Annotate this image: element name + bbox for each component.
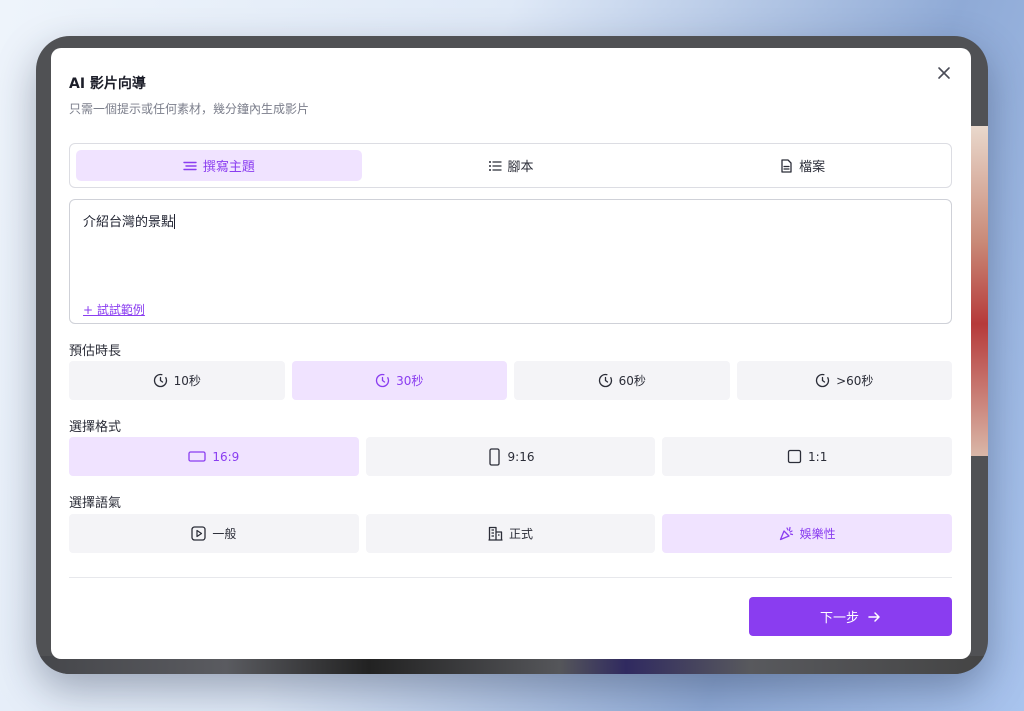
tone-options: 一般 正式 娛樂性 [69, 514, 953, 553]
clock-icon [153, 373, 167, 388]
option-label: 30秒 [396, 374, 424, 388]
duration-option-over-60s[interactable]: >60秒 [736, 361, 952, 400]
option-label: 16:9 [212, 449, 240, 464]
tab-label: 檔案 [799, 160, 826, 175]
lines-icon [183, 161, 197, 170]
ai-video-wizard-modal: AI 影片向導 只需一個提示或任何素材，幾分鐘內生成影片 撰寫主題 腳本 檔案 [51, 48, 971, 659]
format-option-1-1[interactable]: 1:1 [662, 437, 953, 476]
duration-label: 預估時長 [69, 344, 122, 359]
building-icon [488, 526, 503, 541]
next-step-label: 下一步 [819, 611, 859, 626]
next-step-button[interactable]: 下一步 [749, 597, 952, 636]
tone-label: 選擇語氣 [69, 496, 122, 511]
clock-icon [815, 373, 830, 388]
option-label: 正式 [509, 527, 534, 541]
tab-script[interactable]: 腳本 [368, 150, 654, 181]
portrait-icon [488, 447, 500, 466]
option-label: 一般 [212, 527, 237, 541]
input-mode-tabs: 撰寫主題 腳本 檔案 [69, 143, 952, 188]
tone-option-entertaining[interactable]: 娛樂性 [662, 514, 953, 553]
modal-title: AI 影片向導 [69, 76, 146, 92]
try-example-link[interactable]: + 試試範例 [83, 301, 145, 318]
close-icon[interactable] [935, 64, 953, 82]
topic-input[interactable]: 介紹台灣的景點 + 試試範例 [69, 199, 952, 324]
format-options: 16:9 9:16 1:1 [69, 437, 953, 476]
option-label: 10秒 [173, 374, 201, 388]
footer-divider [69, 577, 952, 578]
format-option-9-16[interactable]: 9:16 [365, 437, 656, 476]
modal-subtitle: 只需一個提示或任何素材，幾分鐘內生成影片 [69, 102, 310, 116]
duration-option-30s[interactable]: 30秒 [291, 361, 507, 400]
option-label: 1:1 [808, 449, 828, 464]
file-icon [781, 158, 792, 173]
tone-option-general[interactable]: 一般 [69, 514, 359, 553]
format-label: 選擇格式 [69, 420, 122, 435]
list-icon [488, 160, 502, 171]
party-icon [779, 526, 793, 541]
format-option-16-9[interactable]: 16:9 [69, 437, 359, 476]
duration-option-10s[interactable]: 10秒 [69, 361, 285, 400]
duration-options: 10秒 30秒 60秒 >60秒 [69, 361, 952, 400]
text-caret [174, 214, 176, 229]
option-label: >60秒 [836, 374, 874, 388]
tone-option-formal[interactable]: 正式 [365, 514, 656, 553]
arrow-right-icon [868, 611, 880, 622]
landscape-icon [188, 451, 207, 462]
tab-file[interactable]: 檔案 [659, 150, 945, 181]
tab-write-topic[interactable]: 撰寫主題 [76, 150, 362, 181]
play-icon [191, 526, 206, 541]
square-icon [787, 449, 802, 464]
clock-icon [598, 373, 612, 388]
tab-label: 腳本 [507, 160, 534, 175]
clock-icon [375, 373, 390, 388]
topic-input-value: 介紹台灣的景點 [83, 215, 175, 230]
option-label: 娛樂性 [799, 527, 836, 541]
tab-label: 撰寫主題 [202, 160, 255, 175]
option-label: 9:16 [507, 449, 535, 464]
duration-option-60s[interactable]: 60秒 [514, 361, 730, 400]
option-label: 60秒 [618, 374, 646, 388]
